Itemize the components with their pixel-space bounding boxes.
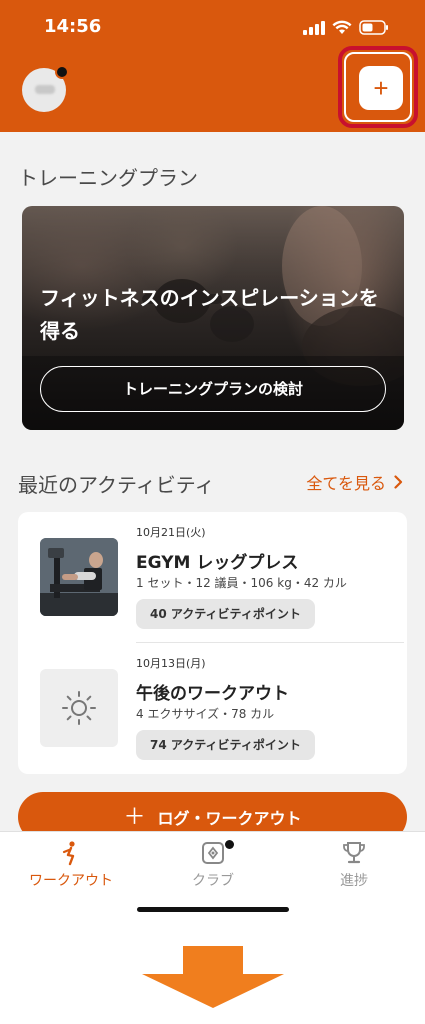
activity-stats: 1 セット・12 議員・106 kg・42 カル bbox=[136, 576, 347, 590]
explore-plans-button[interactable]: トレーニングプランの検討 bbox=[40, 366, 386, 412]
club-notification-dot bbox=[225, 840, 234, 849]
recent-activity-title: 最近のアクティビティ bbox=[18, 473, 215, 497]
battery-icon bbox=[359, 20, 388, 35]
inspiration-card[interactable]: フィットネスのインスピレーションを得る トレーニングプランの検討 bbox=[22, 206, 404, 430]
status-time: 14:56 bbox=[44, 16, 102, 37]
tab-club-label: クラブ bbox=[192, 873, 234, 889]
home-indicator bbox=[137, 907, 289, 912]
inspiration-text: フィットネスのインスピレーションを得る bbox=[40, 286, 379, 343]
leg-press-image bbox=[40, 538, 118, 616]
see-all-label: 全てを見る bbox=[306, 474, 386, 493]
sun-icon bbox=[62, 691, 96, 725]
status-icons bbox=[303, 20, 389, 35]
down-arrow-icon bbox=[142, 946, 284, 1008]
leg-press-thumbnail bbox=[40, 538, 118, 616]
wifi-icon bbox=[332, 20, 352, 34]
trophy-icon bbox=[343, 842, 365, 864]
signal-icon bbox=[303, 20, 325, 35]
training-plan-title: トレーニングプラン bbox=[18, 166, 198, 190]
activity-stats: 4 エクササイズ・78 カル bbox=[136, 707, 275, 721]
activity-points-badge: 74 アクティビティポイント bbox=[136, 730, 315, 760]
tab-progress-label: 進捗 bbox=[340, 873, 368, 889]
app-screen: 14:56 + トレーニングプラン フィットネスのインスピレーションを得る トレ… bbox=[0, 0, 425, 922]
activity-date: 10月21日(火) bbox=[136, 526, 206, 539]
tab-club[interactable]: クラブ bbox=[158, 840, 268, 890]
activity-item[interactable]: 10月21日(火) EGYM レッグプレス 1 セット・12 議員・106 kg… bbox=[18, 512, 407, 642]
activity-item[interactable]: 10月13日(月) 午後のワークアウト 4 エクササイズ・78 カル 74 アク… bbox=[18, 643, 407, 773]
log-workout-label: ログ・ワークアウト bbox=[157, 811, 302, 828]
workout-icon bbox=[62, 841, 75, 866]
plus-icon: ＋ bbox=[123, 804, 146, 829]
chevron-right-icon bbox=[394, 475, 403, 489]
see-all-link[interactable]: 全てを見る bbox=[306, 470, 403, 494]
notification-dot bbox=[55, 65, 69, 79]
activity-title: 午後のワークアウト bbox=[136, 684, 289, 704]
app-header: 14:56 + bbox=[0, 0, 425, 132]
activity-title: EGYM レッグプレス bbox=[136, 553, 299, 573]
recent-activity-card: 10月21日(火) EGYM レッグプレス 1 セット・12 議員・106 kg… bbox=[18, 512, 407, 774]
tab-workout[interactable]: ワークアウト bbox=[16, 840, 126, 890]
activity-points-badge: 40 アクティビティポイント bbox=[136, 599, 315, 629]
club-icon bbox=[202, 842, 224, 864]
tab-workout-label: ワークアウト bbox=[29, 873, 113, 889]
add-button[interactable]: + bbox=[359, 66, 403, 110]
activity-date: 10月13日(月) bbox=[136, 657, 206, 670]
workout-thumbnail bbox=[40, 669, 118, 747]
tab-progress[interactable]: 進捗 bbox=[299, 840, 409, 890]
